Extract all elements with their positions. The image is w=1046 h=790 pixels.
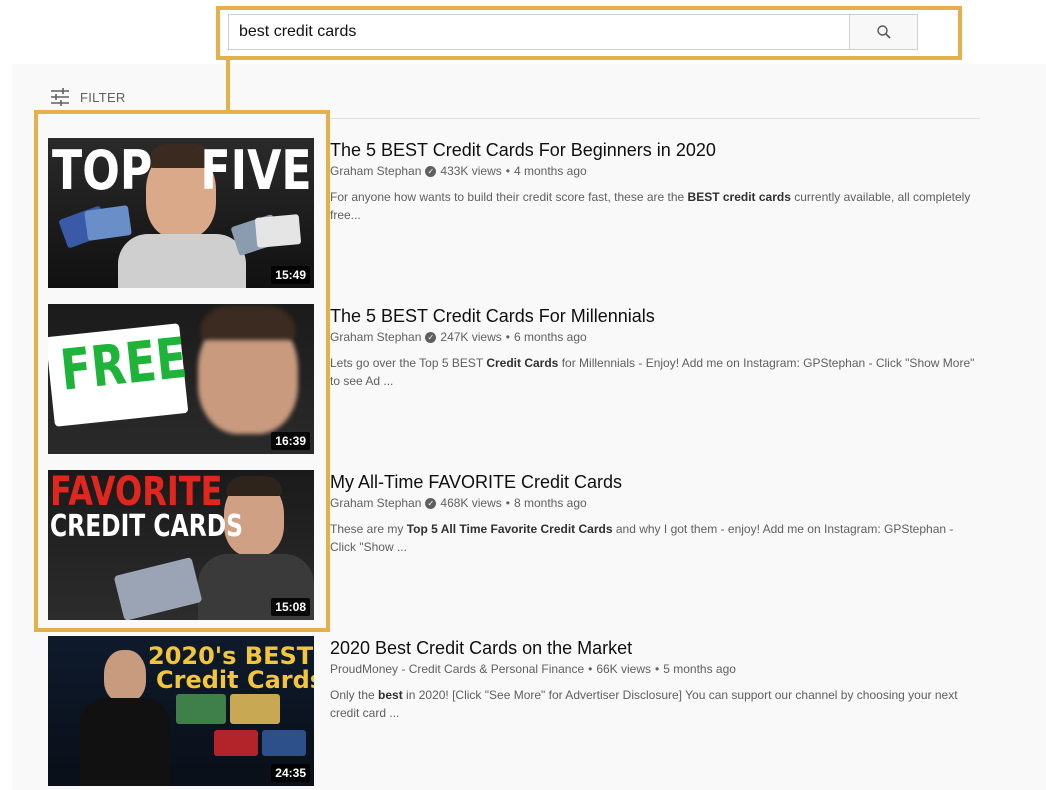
channel-name[interactable]: Graham Stephan <box>330 164 421 178</box>
filter-button[interactable]: FILTER <box>50 88 126 106</box>
desc-text: Only the <box>330 688 379 702</box>
search-bar <box>228 14 918 50</box>
channel-name[interactable]: Graham Stephan <box>330 330 421 344</box>
video-meta: ProudMoney - Credit Cards & Personal Fin… <box>330 662 980 676</box>
verified-check-icon: ✓ <box>425 331 437 343</box>
video-meta: Graham Stephan ✓ 433K views • 4 months a… <box>330 164 980 178</box>
desc-highlight: Credit Cards <box>486 356 559 370</box>
video-info: My All-Time FAVORITE Credit Cards Graham… <box>330 470 980 556</box>
view-count: 468K views <box>440 496 502 510</box>
desc-highlight: Top 5 All Time Favorite Credit Cards <box>406 522 613 536</box>
youtube-search-page: FILTER TOP FIVE 15:49 The 5 BEST Credit … <box>0 0 1046 790</box>
channel-name[interactable]: ProudMoney - Credit Cards & Personal Fin… <box>330 662 584 676</box>
thumbnail-card <box>262 730 306 756</box>
desc-highlight: best <box>378 688 403 702</box>
thumbnail-card <box>176 694 226 724</box>
verified-check-icon: ✓ <box>425 497 437 509</box>
meta-separator: • <box>505 164 510 178</box>
thumbnail-card <box>214 730 258 756</box>
video-info: The 5 BEST Credit Cards For Millennials … <box>330 304 980 390</box>
video-description: These are my Top 5 All Time Favorite Cre… <box>330 520 980 556</box>
video-description: For anyone how wants to build their cred… <box>330 188 980 224</box>
video-description: Lets go over the Top 5 BEST Credit Cards… <box>330 354 980 390</box>
desc-text: in 2020! [Click "See More" for Advertise… <box>330 688 958 720</box>
verified-check-icon: ✓ <box>425 165 437 177</box>
video-title[interactable]: 2020 Best Credit Cards on the Market <box>330 636 980 660</box>
video-description: Only the best in 2020! [Click "See More"… <box>330 686 980 722</box>
video-thumbnail[interactable]: 2020's BEST Credit Cards 24:35 <box>48 636 314 786</box>
video-title[interactable]: The 5 BEST Credit Cards For Millennials <box>330 304 980 328</box>
upload-age: 4 months ago <box>513 164 587 178</box>
meta-separator: • <box>505 496 510 510</box>
filter-label: FILTER <box>80 89 126 105</box>
desc-text: Lets go over the Top 5 BEST <box>330 356 487 370</box>
video-result: 2020's BEST Credit Cards 24:35 2020 Best… <box>48 636 988 786</box>
video-meta: Graham Stephan ✓ 468K views • 8 months a… <box>330 496 980 510</box>
view-count: 247K views <box>440 330 502 344</box>
upload-age: 6 months ago <box>513 330 587 344</box>
video-title[interactable]: My All-Time FAVORITE Credit Cards <box>330 470 980 494</box>
meta-separator: • <box>588 662 593 676</box>
meta-separator: • <box>655 662 660 676</box>
search-input[interactable] <box>229 15 849 49</box>
desc-text: These are my <box>330 522 407 536</box>
duration-badge: 24:35 <box>271 764 310 782</box>
video-info: 2020 Best Credit Cards on the Market Pro… <box>330 636 980 722</box>
view-count: 66K views <box>596 662 652 676</box>
meta-separator: • <box>505 330 510 344</box>
filter-sliders-icon <box>51 88 69 106</box>
video-info: The 5 BEST Credit Cards For Beginners in… <box>330 138 980 224</box>
search-button[interactable] <box>849 15 917 49</box>
thumbnail-text: 2020's BEST <box>148 642 314 670</box>
desc-highlight: BEST credit cards <box>687 190 791 204</box>
view-count: 433K views <box>440 164 502 178</box>
channel-name[interactable]: Graham Stephan <box>330 496 421 510</box>
thumbnail-card <box>230 694 280 724</box>
upload-age: 8 months ago <box>513 496 587 510</box>
search-icon <box>876 25 891 39</box>
thumbnail-text: Credit Cards <box>156 666 314 694</box>
thumbnail-shirt <box>80 698 170 786</box>
highlight-connector <box>226 58 230 112</box>
upload-age: 5 months ago <box>663 662 736 676</box>
thumbnail-person <box>104 650 146 702</box>
video-meta: Graham Stephan ✓ 247K views • 6 months a… <box>330 330 980 344</box>
thumbnail-highlight-box <box>34 110 330 632</box>
header-divider <box>328 118 980 119</box>
video-title[interactable]: The 5 BEST Credit Cards For Beginners in… <box>330 138 980 162</box>
desc-text: For anyone how wants to build their cred… <box>330 190 688 204</box>
